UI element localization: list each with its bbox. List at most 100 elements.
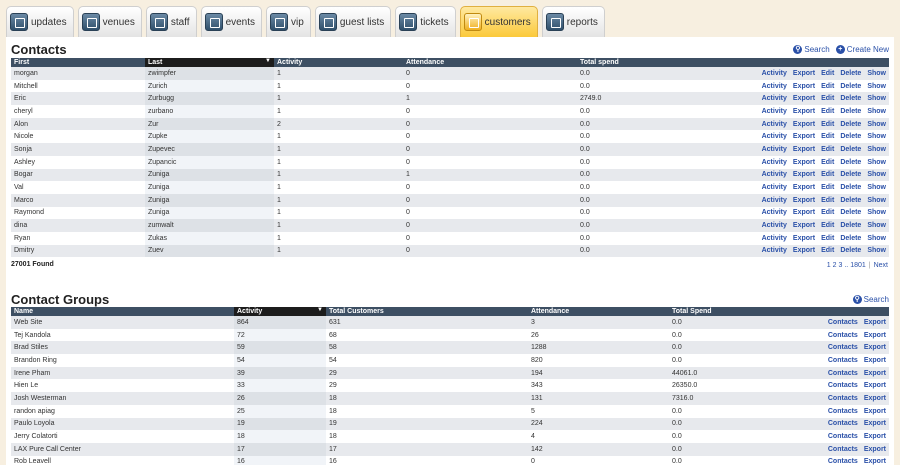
export-link[interactable]: Export (793, 95, 815, 102)
export-link[interactable]: Export (864, 420, 886, 427)
tab-reports[interactable]: reports (541, 6, 605, 37)
column-header-total-spend[interactable]: Total spend (577, 58, 685, 67)
page-1-link[interactable]: 1 (827, 262, 831, 269)
show-link[interactable]: Show (867, 146, 886, 153)
contacts-link[interactable]: Contacts (828, 395, 858, 402)
contacts-link[interactable]: Contacts (828, 357, 858, 364)
export-link[interactable]: Export (793, 133, 815, 140)
delete-link[interactable]: Delete (840, 247, 861, 254)
edit-link[interactable]: Edit (821, 197, 834, 204)
export-link[interactable]: Export (793, 121, 815, 128)
tab-customers[interactable]: customers (459, 6, 538, 37)
show-link[interactable]: Show (867, 95, 886, 102)
edit-link[interactable]: Edit (821, 247, 834, 254)
contacts-link[interactable]: Contacts (828, 458, 858, 465)
contacts-search-link[interactable]: ⚲ Search (793, 45, 830, 54)
delete-link[interactable]: Delete (840, 146, 861, 153)
page-3-link[interactable]: 3 (838, 262, 842, 269)
contacts-link[interactable]: Contacts (828, 420, 858, 427)
export-link[interactable]: Export (864, 357, 886, 364)
activity-link[interactable]: Activity (762, 83, 787, 90)
page-2-link[interactable]: 2 (833, 262, 837, 269)
contacts-link[interactable]: Contacts (828, 382, 858, 389)
activity-link[interactable]: Activity (762, 95, 787, 102)
activity-link[interactable]: Activity (762, 235, 787, 242)
activity-link[interactable]: Activity (762, 197, 787, 204)
tab-guest-lists[interactable]: guest lists (314, 6, 392, 37)
edit-link[interactable]: Edit (821, 95, 834, 102)
tab-tickets[interactable]: tickets (395, 6, 456, 37)
activity-link[interactable]: Activity (762, 247, 787, 254)
column-header-activity[interactable]: Activity (234, 307, 326, 316)
delete-link[interactable]: Delete (840, 171, 861, 178)
delete-link[interactable]: Delete (840, 121, 861, 128)
activity-link[interactable]: Activity (762, 133, 787, 140)
export-link[interactable]: Export (793, 197, 815, 204)
edit-link[interactable]: Edit (821, 121, 834, 128)
export-link[interactable]: Export (793, 235, 815, 242)
tab-venues[interactable]: venues (77, 6, 142, 37)
show-link[interactable]: Show (867, 108, 886, 115)
export-link[interactable]: Export (864, 395, 886, 402)
page-last-link[interactable]: 1801 (850, 262, 866, 269)
activity-link[interactable]: Activity (762, 146, 787, 153)
tab-vip[interactable]: vip (266, 6, 311, 37)
export-link[interactable]: Export (864, 370, 886, 377)
show-link[interactable]: Show (867, 235, 886, 242)
activity-link[interactable]: Activity (762, 222, 787, 229)
contacts-link[interactable]: Contacts (828, 344, 858, 351)
show-link[interactable]: Show (867, 209, 886, 216)
activity-link[interactable]: Activity (762, 70, 787, 77)
next-page-link[interactable]: Next (874, 262, 888, 269)
create-new-link[interactable]: + Create New (835, 45, 889, 54)
edit-link[interactable]: Edit (821, 235, 834, 242)
export-link[interactable]: Export (864, 458, 886, 465)
show-link[interactable]: Show (867, 247, 886, 254)
edit-link[interactable]: Edit (821, 146, 834, 153)
edit-link[interactable]: Edit (821, 222, 834, 229)
edit-link[interactable]: Edit (821, 83, 834, 90)
tab-staff[interactable]: staff (145, 6, 197, 37)
column-header-total-spend[interactable]: Total Spend (669, 307, 817, 316)
export-link[interactable]: Export (793, 108, 815, 115)
activity-link[interactable]: Activity (762, 184, 787, 191)
column-header-name[interactable]: Name (11, 307, 234, 316)
tab-updates[interactable]: updates (6, 6, 74, 37)
column-header-attendance[interactable]: Attendance (528, 307, 669, 316)
show-link[interactable]: Show (867, 159, 886, 166)
show-link[interactable]: Show (867, 70, 886, 77)
contacts-link[interactable]: Contacts (828, 433, 858, 440)
export-link[interactable]: Export (793, 247, 815, 254)
export-link[interactable]: Export (864, 319, 886, 326)
column-header-activity[interactable]: Activity (274, 58, 403, 67)
edit-link[interactable]: Edit (821, 133, 834, 140)
delete-link[interactable]: Delete (840, 197, 861, 204)
delete-link[interactable]: Delete (840, 70, 861, 77)
delete-link[interactable]: Delete (840, 95, 861, 102)
delete-link[interactable]: Delete (840, 222, 861, 229)
edit-link[interactable]: Edit (821, 108, 834, 115)
activity-link[interactable]: Activity (762, 108, 787, 115)
delete-link[interactable]: Delete (840, 83, 861, 90)
export-link[interactable]: Export (793, 146, 815, 153)
activity-link[interactable]: Activity (762, 171, 787, 178)
delete-link[interactable]: Delete (840, 209, 861, 216)
column-header-first[interactable]: First (11, 58, 145, 67)
delete-link[interactable]: Delete (840, 184, 861, 191)
tab-events[interactable]: events (200, 6, 263, 37)
export-link[interactable]: Export (864, 433, 886, 440)
export-link[interactable]: Export (793, 83, 815, 90)
column-header-last[interactable]: Last (145, 58, 274, 67)
edit-link[interactable]: Edit (821, 184, 834, 191)
edit-link[interactable]: Edit (821, 171, 834, 178)
activity-link[interactable]: Activity (762, 121, 787, 128)
show-link[interactable]: Show (867, 121, 886, 128)
edit-link[interactable]: Edit (821, 159, 834, 166)
export-link[interactable]: Export (793, 159, 815, 166)
export-link[interactable]: Export (864, 382, 886, 389)
show-link[interactable]: Show (867, 83, 886, 90)
contacts-link[interactable]: Contacts (828, 446, 858, 453)
show-link[interactable]: Show (867, 133, 886, 140)
activity-link[interactable]: Activity (762, 209, 787, 216)
export-link[interactable]: Export (864, 332, 886, 339)
